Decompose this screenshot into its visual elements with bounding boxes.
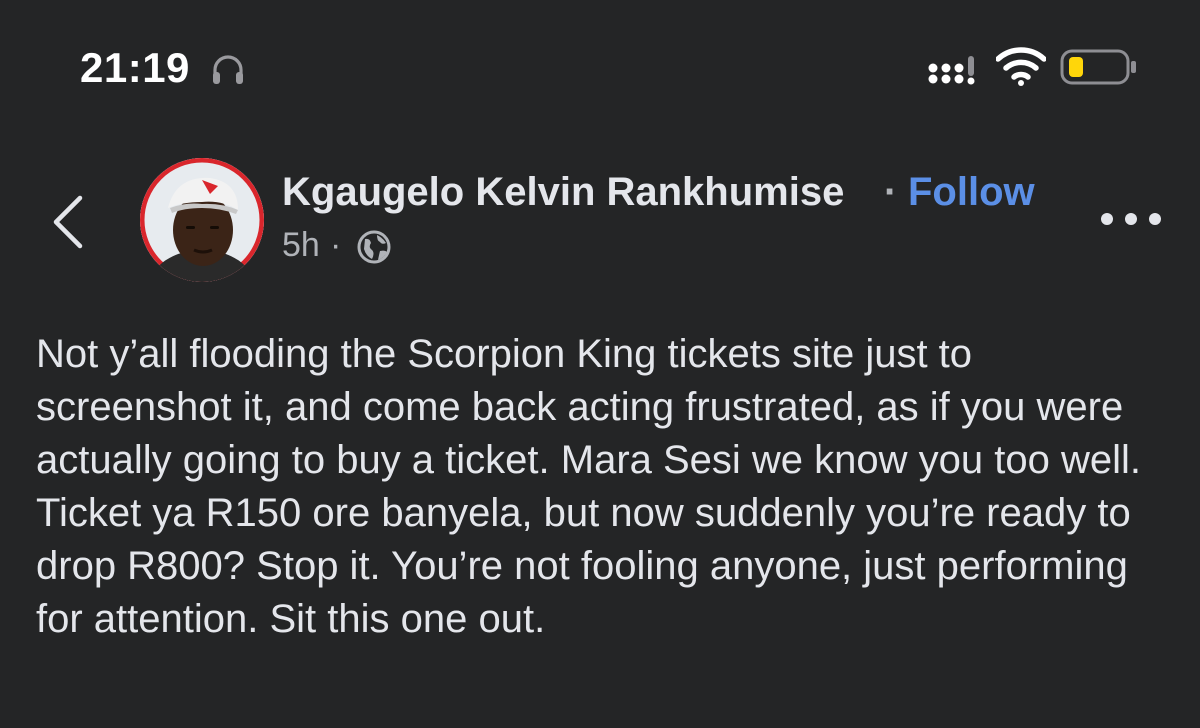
- time-separator: ·: [330, 226, 342, 264]
- more-options-icon[interactable]: [1098, 204, 1164, 234]
- avatar[interactable]: [140, 158, 264, 282]
- headphones-icon: [213, 55, 243, 84]
- battery-low-icon: [1060, 49, 1136, 85]
- status-bar: 21:19: [0, 0, 1200, 130]
- cellular-signal-icon: [928, 56, 975, 85]
- wifi-icon: [996, 47, 1046, 86]
- follow-button[interactable]: Follow: [908, 170, 1035, 215]
- globe-icon: [357, 230, 391, 264]
- post-timestamp[interactable]: 5h: [282, 226, 320, 265]
- back-chevron-icon[interactable]: [46, 190, 90, 254]
- avatar-image: [140, 158, 264, 282]
- post-body-text: Not y’all flooding the Scorpion King tic…: [36, 332, 1141, 641]
- status-time: 21:19: [80, 44, 190, 91]
- author-name[interactable]: Kgaugelo Kelvin Rankhumise: [282, 170, 844, 215]
- facebook-post-screen: 21:19 Kgaugelo Kelvin Rankhumise · Follo…: [0, 0, 1200, 728]
- name-separator: ·: [884, 170, 898, 214]
